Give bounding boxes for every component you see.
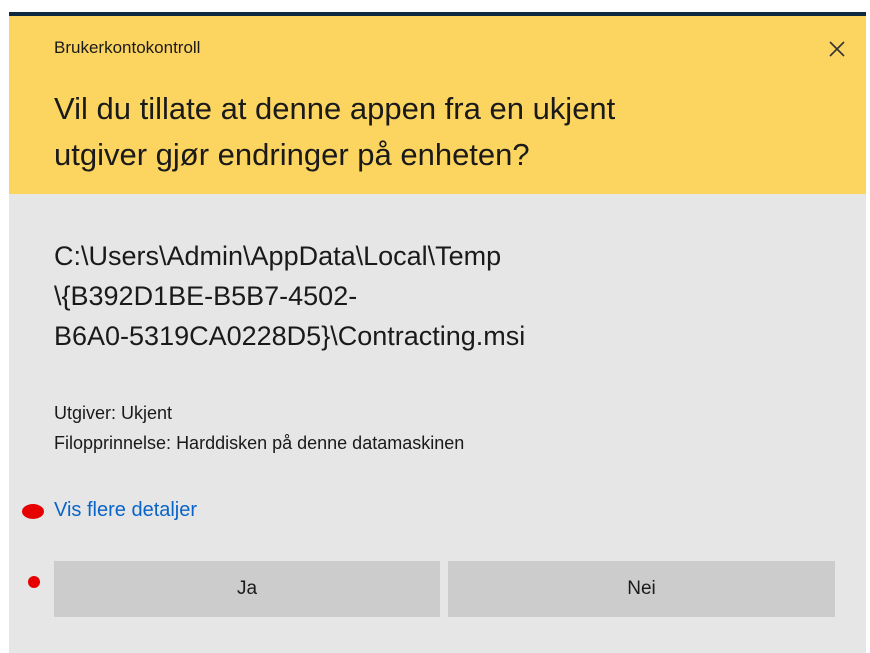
path-line: C:\Users\Admin\AppData\Local\Temp (54, 241, 502, 271)
yes-button[interactable]: Ja (54, 561, 440, 617)
question-line: utgiver gjør endringer på enheten? (54, 137, 530, 172)
dialog-header: Brukerkontokontroll Vil du tillate at de… (9, 16, 866, 194)
path-line: \{B392D1BE-B5B7-4502- (54, 281, 358, 311)
question-line: Vil du tillate at denne appen fra en ukj… (54, 91, 616, 126)
program-info: Utgiver: Ukjent Filopprinnelse: Harddisk… (54, 398, 464, 458)
screen: Brukerkontokontroll Vil du tillate at de… (0, 0, 870, 653)
annotation-dot (22, 504, 44, 519)
dialog-question: Vil du tillate at denne appen fra en ukj… (54, 86, 814, 178)
publisher-text: Utgiver: Ukjent (54, 403, 173, 423)
dialog-app-title: Brukerkontokontroll (54, 38, 201, 57)
path-line: B6A0-5319CA0228D5}\Contracting.msi (54, 321, 526, 351)
no-button[interactable]: Nei (448, 561, 835, 617)
annotation-dot (28, 576, 40, 588)
close-button[interactable] (822, 34, 852, 64)
uac-dialog: Brukerkontokontroll Vil du tillate at de… (9, 12, 866, 653)
program-path: C:\Users\Admin\AppData\Local\Temp \{B392… (54, 236, 754, 356)
close-icon (829, 41, 845, 57)
file-origin-text: Filopprinnelse: Harddisken på denne data… (54, 433, 465, 453)
show-details-link[interactable]: Vis flere detaljer (54, 499, 197, 522)
